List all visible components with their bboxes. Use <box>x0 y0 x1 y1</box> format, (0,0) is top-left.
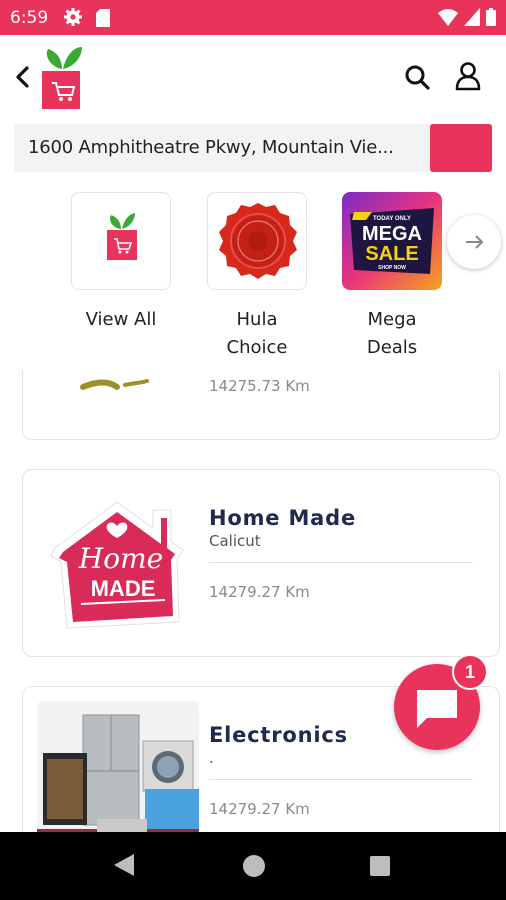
logo-made-text: MADE <box>91 576 156 601</box>
logo-home-text: Home <box>78 542 163 575</box>
store-distance: 14275.73 Km <box>209 377 310 395</box>
store-distance: 14279.27 Km <box>209 800 310 818</box>
nav-back-icon[interactable] <box>112 852 136 878</box>
app-header <box>0 35 506 119</box>
category-mega-deals[interactable]: TODAY ONLY MEGA SALE SHOP NOW Mega Deals <box>340 192 444 362</box>
seal-badge-icon <box>207 192 307 290</box>
arrow-right-icon <box>466 235 484 249</box>
home-made-logo: Home MADE <box>37 484 199 644</box>
electronics-image <box>37 701 199 832</box>
store-name: Home Made <box>209 506 356 530</box>
store-info: 14275.73 Km <box>209 377 473 395</box>
banner-bottom-text: SHOP NOW <box>378 265 406 271</box>
store-card[interactable]: 14275.73 Km <box>22 370 500 440</box>
sd-card-icon <box>96 9 110 27</box>
store-location: . <box>209 749 214 767</box>
wifi-icon <box>438 9 458 26</box>
category-label: Mega Deals <box>366 309 418 358</box>
store-location: Calicut <box>209 532 261 550</box>
banner-line1-text: MEGA <box>362 223 422 245</box>
search-icon[interactable] <box>403 63 431 91</box>
app-logo[interactable] <box>40 43 84 111</box>
user-icon[interactable] <box>454 61 482 91</box>
address-action-button[interactable] <box>430 124 492 172</box>
divider <box>209 562 473 563</box>
category-hula-choice[interactable]: Hula Choice <box>205 192 309 362</box>
store-info: Home Made Calicut 14279.27 Km <box>209 506 473 601</box>
category-view-all[interactable]: View All <box>69 192 173 334</box>
store-logo <box>37 370 199 391</box>
signal-icon <box>464 8 480 26</box>
back-arrow-icon[interactable] <box>12 63 34 91</box>
mega-sale-banner: TODAY ONLY MEGA SALE SHOP NOW <box>342 192 442 290</box>
nav-recents-icon[interactable] <box>370 856 390 876</box>
store-card[interactable]: Home MADE Home Made Calicut 14279.27 Km <box>22 469 500 657</box>
chat-badge: 1 <box>452 654 488 690</box>
address-text[interactable]: 1600 Amphitheatre Pkwy, Mountain Vie... <box>28 137 408 158</box>
status-bar: 6:59 <box>0 0 506 35</box>
banner-line2-text: SALE <box>365 243 418 265</box>
nav-home-icon[interactable] <box>243 855 265 877</box>
cart-logo-icon <box>71 192 171 290</box>
store-list: 14275.73 Km Home MADE Home Made Calicut … <box>0 370 506 832</box>
divider <box>209 779 473 780</box>
category-carousel: View All Hula Choice TODAY ONLY MEGA SAL… <box>0 180 506 370</box>
category-label: Hula Choice <box>226 309 288 358</box>
status-time: 6:59 <box>10 8 49 28</box>
battery-icon <box>486 8 496 26</box>
banner-top-text: TODAY ONLY <box>373 216 411 222</box>
gear-icon <box>64 8 82 26</box>
category-label: View All <box>85 309 157 330</box>
system-nav-bar <box>0 832 506 900</box>
address-bar[interactable]: 1600 Amphitheatre Pkwy, Mountain Vie... <box>14 124 492 172</box>
store-distance: 14279.27 Km <box>209 583 310 601</box>
carousel-next-button[interactable] <box>447 215 501 269</box>
